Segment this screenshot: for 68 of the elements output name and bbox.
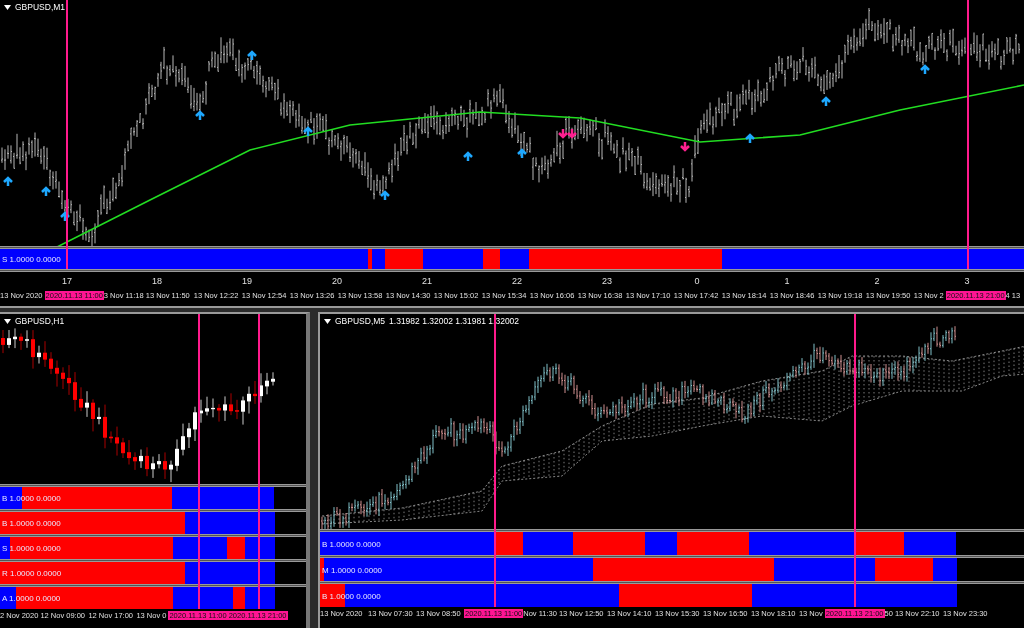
indicator-label: B 1.0000 0.0000	[2, 493, 61, 503]
candlestick	[229, 392, 233, 416]
candlestick	[73, 371, 77, 412]
candlestick	[25, 329, 29, 349]
candlestick	[157, 453, 161, 469]
hour-label: 1	[783, 275, 791, 286]
candlestick	[37, 345, 41, 364]
candlestick	[79, 386, 83, 412]
candlestick	[91, 398, 95, 432]
candlestick	[217, 403, 221, 423]
candlestick	[115, 426, 119, 457]
candlestick	[43, 340, 47, 368]
candlestick	[193, 406, 197, 442]
candlestick	[247, 386, 251, 414]
candlestick	[169, 460, 173, 483]
hour-label: 23	[601, 275, 613, 286]
hour-label: 0	[693, 275, 701, 286]
dropdown-triangle-icon[interactable]	[324, 318, 331, 324]
indicator-label: S 1.0000 0.0000	[2, 254, 61, 264]
candlestick	[121, 437, 125, 459]
candlestick	[61, 366, 65, 390]
hour-label: 20	[331, 275, 343, 286]
indicator-label: B 1.0000 0.0000	[322, 539, 381, 548]
candlestick	[211, 398, 215, 418]
indicator-label: B 1.0000 0.0000	[2, 518, 61, 528]
candlestick	[265, 372, 269, 395]
candlestick	[67, 364, 71, 396]
candlestick	[103, 404, 107, 449]
hour-label: 19	[241, 275, 253, 286]
candlestick	[235, 399, 239, 420]
hour-label: 22	[511, 275, 523, 286]
candlestick	[145, 446, 149, 477]
dropdown-triangle-icon[interactable]	[4, 4, 11, 10]
candlestick	[31, 329, 35, 370]
candlestick	[49, 351, 53, 375]
chart-title: GBPUSD,M5	[335, 316, 386, 326]
candlestick	[253, 380, 257, 405]
candlestick	[1, 329, 5, 354]
candlestick	[55, 360, 59, 388]
candlestick	[13, 327, 17, 349]
candlestick	[241, 396, 245, 426]
candlestick	[97, 407, 101, 425]
candlestick	[199, 399, 203, 424]
hour-label: 21	[421, 275, 433, 286]
candlestick	[19, 333, 23, 351]
candlestick	[127, 439, 131, 465]
hour-label: 2	[873, 275, 881, 286]
candlestick	[271, 371, 275, 386]
hour-label: 17	[61, 275, 73, 286]
indicator-label: R 1.0000 0.0000	[2, 568, 62, 578]
candlestick	[187, 422, 191, 449]
candlestick	[85, 390, 89, 418]
chart-title: GBPUSD,M1	[15, 2, 66, 12]
indicator-label: S 1.0000 0.0000	[2, 543, 61, 553]
candlestick	[133, 451, 137, 471]
candlestick	[181, 423, 185, 456]
candlestick	[139, 449, 143, 469]
candlestick	[7, 329, 11, 349]
candlestick	[205, 396, 209, 416]
hour-label: 3	[963, 275, 971, 286]
candlestick	[223, 395, 227, 422]
hour-label: 18	[151, 275, 163, 286]
candlestick	[163, 451, 167, 480]
candlestick	[175, 438, 179, 472]
dropdown-triangle-icon[interactable]	[4, 318, 11, 324]
chart-title: GBPUSD,H1	[15, 316, 65, 326]
candlestick	[151, 456, 155, 479]
candlestick	[109, 430, 113, 444]
